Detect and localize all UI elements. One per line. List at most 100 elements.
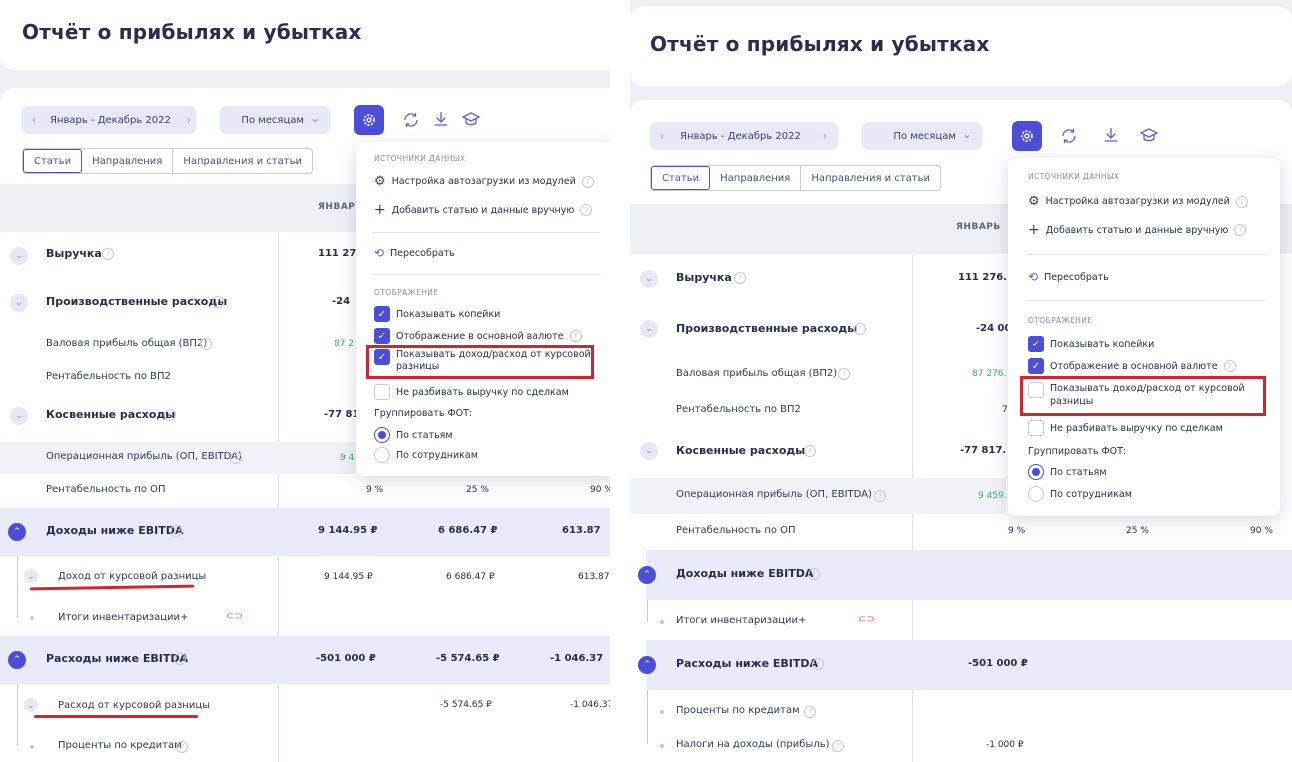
help-icon[interactable]: ?	[230, 452, 242, 464]
expand-indirect-chevron[interactable]: ⌄	[10, 407, 28, 425]
help-icon[interactable]: ?	[102, 248, 114, 260]
expand-production-chevron[interactable]: ⌄	[10, 294, 28, 312]
no-split-option[interactable]: Не разбивать выручку по сделкам	[374, 384, 569, 400]
help-icon[interactable]: ?	[808, 568, 820, 580]
help-icon[interactable]: ?	[874, 490, 886, 502]
tab-directions[interactable]: Направления	[82, 149, 174, 173]
help-icon[interactable]: ?	[832, 740, 844, 752]
help-icon[interactable]: ?	[838, 368, 850, 380]
period-picker[interactable]: ‹ Январь - Декабрь 2022 ›	[650, 122, 838, 150]
expand-revenue-chevron[interactable]: ⌄	[640, 270, 658, 288]
row-indirect-costs: Косвенные расходы	[46, 408, 176, 421]
add-manual-item[interactable]: + Добавить статью и данные вручную ?	[374, 202, 593, 218]
base-currency-label: Отображение в основной валюте	[396, 330, 564, 342]
help-icon[interactable]: ?	[1234, 224, 1247, 236]
expand-fx-expense-chevron[interactable]: ⌄	[24, 698, 38, 712]
help-icon[interactable]: ?	[569, 330, 582, 342]
row-fx-income: Доход от курсовой разницы	[58, 571, 207, 582]
period-picker[interactable]: ‹ Январь - Декабрь 2022 ›	[22, 106, 196, 134]
link-icon[interactable]: ⊂⊃	[226, 611, 243, 622]
by-articles-radio[interactable]	[1028, 464, 1044, 480]
rebuild-item[interactable]: ⟲ Пересобрать	[374, 246, 455, 260]
help-icon[interactable]: ?	[581, 175, 594, 188]
tree-dot	[660, 744, 664, 748]
help-icon[interactable]: ?	[812, 658, 824, 670]
collapse-income-below-chevron[interactable]: ⌃	[638, 566, 656, 584]
help-icon[interactable]: ?	[580, 204, 593, 216]
group-by-articles-option[interactable]: По статьям	[1028, 464, 1107, 480]
help-icon[interactable]: ?	[1223, 360, 1236, 372]
show-kopecks-checkbox[interactable]: ✓	[1028, 336, 1044, 352]
tree-dot	[660, 710, 664, 714]
tab-articles[interactable]: Статьи	[23, 149, 83, 173]
collapse-income-below-chevron[interactable]: ⌃	[8, 523, 26, 541]
next-period-icon[interactable]: ›	[823, 131, 827, 142]
help-icon[interactable]: ?	[170, 525, 182, 537]
group-by-employees-option[interactable]: По сотрудникам	[1028, 486, 1132, 502]
grouping-select[interactable]: По месяцам ⌄	[220, 106, 330, 134]
help-icon[interactable]: ?	[734, 272, 746, 284]
no-split-option[interactable]: Не разбивать выручку по сделкам	[1028, 420, 1223, 436]
base-currency-checkbox[interactable]: ✓	[374, 328, 390, 344]
no-split-checkbox[interactable]	[374, 384, 390, 400]
add-manual-item[interactable]: + Добавить статью и данные вручную ?	[1028, 222, 1247, 238]
settings-button[interactable]	[1012, 121, 1042, 151]
rebuild-item[interactable]: ⟲ Пересобрать	[1028, 270, 1109, 284]
help-icon[interactable]: ?	[804, 706, 816, 718]
by-articles-radio[interactable]	[374, 427, 390, 443]
settings-button[interactable]	[354, 105, 384, 135]
graduation-cap-icon[interactable]	[1138, 124, 1160, 146]
op-margin-jan: 9 %	[1008, 526, 1026, 536]
help-icon[interactable]: ?	[164, 409, 176, 421]
graduation-cap-icon[interactable]	[460, 108, 482, 130]
collapse-expenses-below-chevron[interactable]: ⌃	[638, 656, 656, 674]
add-manual-label: Добавить статью и данные вручную	[391, 204, 575, 216]
help-icon[interactable]: ?	[854, 323, 866, 335]
show-kopecks-checkbox[interactable]: ✓	[374, 306, 390, 322]
next-period-icon[interactable]: ›	[187, 115, 191, 126]
refresh-icon[interactable]	[400, 109, 422, 131]
tab-articles[interactable]: Статьи	[651, 166, 711, 190]
group-by-articles-option[interactable]: По статьям	[374, 427, 453, 443]
show-kopecks-option[interactable]: ✓ Показывать копейки	[374, 306, 500, 322]
annotation-highlight-box	[366, 345, 594, 379]
no-split-checkbox[interactable]	[1028, 420, 1044, 436]
tab-directions[interactable]: Направления	[710, 166, 802, 190]
divider	[1026, 254, 1266, 255]
by-employees-radio[interactable]	[1028, 486, 1044, 502]
help-icon[interactable]: ?	[804, 445, 816, 457]
base-currency-option[interactable]: ✓ Отображение в основной валюте ?	[1028, 358, 1236, 374]
help-icon[interactable]: ?	[174, 653, 186, 665]
tab-directions-and-articles[interactable]: Направления и статьи	[801, 166, 940, 190]
download-icon[interactable]	[1100, 124, 1122, 146]
grouping-select[interactable]: По месяцам ⌄	[862, 122, 982, 150]
help-icon[interactable]: ?	[1235, 195, 1248, 208]
autoload-settings-item[interactable]: ⚙ Настройка автозагрузки из модулей ?	[374, 174, 594, 189]
by-employees-radio[interactable]	[374, 447, 390, 463]
expand-fx-income-chevron[interactable]: ⌄	[24, 569, 38, 583]
expand-revenue-chevron[interactable]: ⌄	[10, 247, 28, 265]
base-currency-option[interactable]: ✓ Отображение в основной валюте ?	[374, 328, 582, 344]
autoload-settings-item[interactable]: ⚙ Настройка автозагрузки из модулей ?	[1028, 194, 1248, 209]
refresh-icon[interactable]	[1058, 125, 1080, 147]
show-kopecks-option[interactable]: ✓ Показывать копейки	[1028, 336, 1154, 352]
help-icon[interactable]: ?	[176, 741, 188, 753]
expand-indirect-chevron[interactable]: ⌄	[640, 442, 658, 460]
help-icon[interactable]: ?	[212, 296, 224, 308]
fx-expense-mar: -1 046.37	[570, 700, 610, 710]
settings-dropdown: ИСТОЧНИКИ ДАННЫХ ⚙ Настройка автозагрузк…	[1008, 158, 1280, 516]
tab-directions-and-articles[interactable]: Направления и статьи	[173, 149, 312, 173]
prev-period-icon[interactable]: ‹	[660, 131, 664, 142]
rebuild-label: Пересобрать	[390, 247, 455, 259]
collapse-expenses-below-chevron[interactable]: ⌃	[8, 651, 26, 669]
help-icon[interactable]: ?	[200, 338, 212, 350]
gear-icon: ⚙	[374, 174, 386, 189]
row-operating-profit: Операционная прибыль (ОП, EBITDA)	[676, 489, 872, 500]
expand-production-chevron[interactable]: ⌄	[640, 320, 658, 338]
link-icon[interactable]: ⊂⊃	[858, 614, 875, 625]
download-icon[interactable]	[430, 108, 452, 130]
base-currency-checkbox[interactable]: ✓	[1028, 358, 1044, 374]
prev-period-icon[interactable]: ‹	[32, 115, 36, 126]
group-by-employees-option[interactable]: По сотрудникам	[374, 447, 478, 463]
right-screenshot-panel: Отчёт о прибылях и убытках ‹ Январь - Де…	[630, 0, 1292, 762]
